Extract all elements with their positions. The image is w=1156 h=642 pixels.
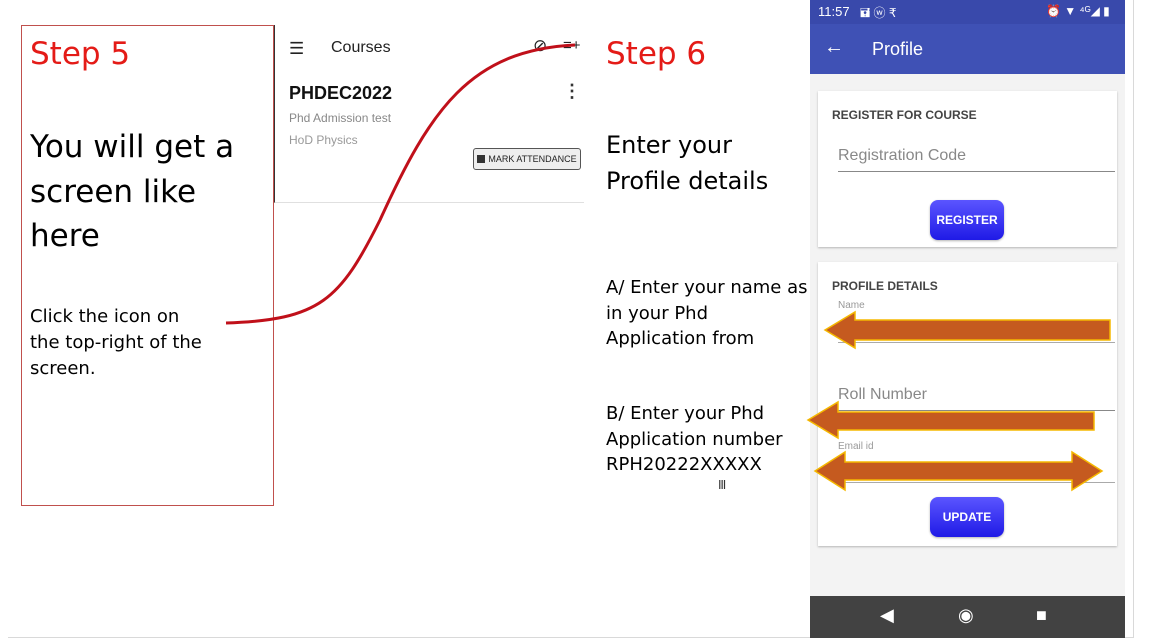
- annotation-overlay: [225, 43, 1111, 492]
- roll-number-arrow: [806, 400, 1095, 440]
- connector-curve: [225, 43, 576, 325]
- name-field-arrow: [823, 310, 1111, 350]
- email-field-double-arrow: [813, 450, 1104, 492]
